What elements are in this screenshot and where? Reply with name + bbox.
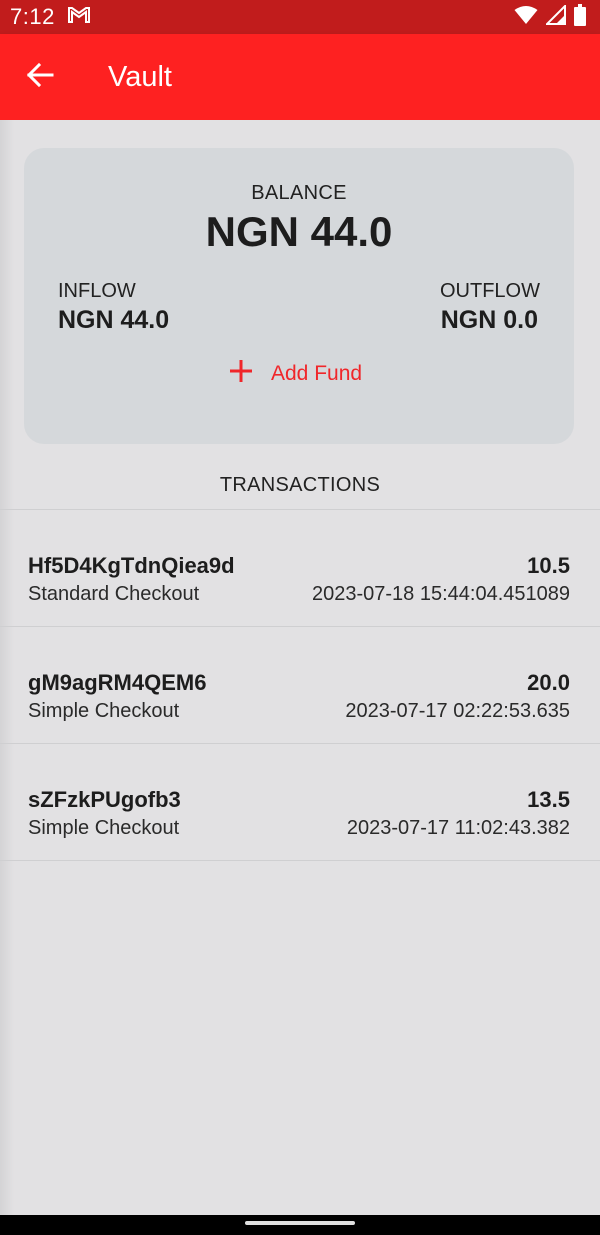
- balance-label: BALANCE: [251, 182, 347, 204]
- transaction-amount: 20.0: [527, 670, 570, 695]
- transaction-type: Simple Checkout: [28, 817, 180, 839]
- main-content: BALANCE NGN 44.0 INFLOW NGN 44.0 OUTFLOW…: [0, 120, 600, 1215]
- transactions-list: Hf5D4KgTdnQiea9d Standard Checkout 10.5 …: [0, 509, 600, 861]
- outflow-value: NGN 0.0: [440, 306, 538, 334]
- status-time: 7:12: [10, 4, 55, 29]
- signal-icon: [544, 3, 566, 30]
- summary-card: BALANCE NGN 44.0 INFLOW NGN 44.0 OUTFLOW…: [24, 148, 574, 444]
- transaction-type: Simple Checkout: [28, 700, 180, 722]
- outflow-label: OUTFLOW: [440, 280, 540, 302]
- page-title: Vault: [108, 60, 172, 93]
- back-button[interactable]: [0, 34, 80, 120]
- status-bar: 7:12: [0, 0, 600, 34]
- transaction-type: Standard Checkout: [28, 583, 200, 605]
- arrow-left-icon: [26, 61, 54, 94]
- transactions-header: TRANSACTIONS: [219, 474, 381, 496]
- transaction-date: 2023-07-18 15:44:04.451089: [311, 583, 570, 605]
- wifi-icon: [514, 5, 538, 30]
- transaction-date: 2023-07-17 02:22:53.635: [345, 700, 570, 722]
- app-bar: Vault: [0, 34, 600, 120]
- transaction-amount: 13.5: [527, 787, 570, 812]
- home-gesture-handle[interactable]: [245, 1221, 355, 1225]
- balance-value: NGN 44.0: [205, 208, 393, 255]
- transaction-row[interactable]: sZFzkPUgofb3 Simple Checkout 13.5 2023-0…: [0, 744, 600, 861]
- transaction-row[interactable]: gM9agRM4QEM6 Simple Checkout 20.0 2023-0…: [0, 627, 600, 744]
- transaction-amount: 10.5: [527, 553, 570, 578]
- add-fund-button[interactable]: Add Fund: [229, 354, 362, 394]
- plus-icon: [229, 359, 253, 389]
- gmail-icon: [67, 6, 91, 29]
- system-nav-bar: [0, 1215, 600, 1235]
- transaction-row[interactable]: Hf5D4KgTdnQiea9d Standard Checkout 10.5 …: [0, 510, 600, 627]
- inflow-value: NGN 44.0: [58, 306, 170, 334]
- inflow-label: INFLOW: [58, 280, 136, 302]
- transaction-id: Hf5D4KgTdnQiea9d: [28, 553, 235, 578]
- battery-icon: [574, 3, 586, 31]
- transaction-id: gM9agRM4QEM6: [28, 670, 207, 695]
- add-fund-label: Add Fund: [271, 362, 363, 385]
- transaction-id: sZFzkPUgofb3: [28, 787, 181, 812]
- transaction-date: 2023-07-17 11:02:43.382: [346, 817, 570, 839]
